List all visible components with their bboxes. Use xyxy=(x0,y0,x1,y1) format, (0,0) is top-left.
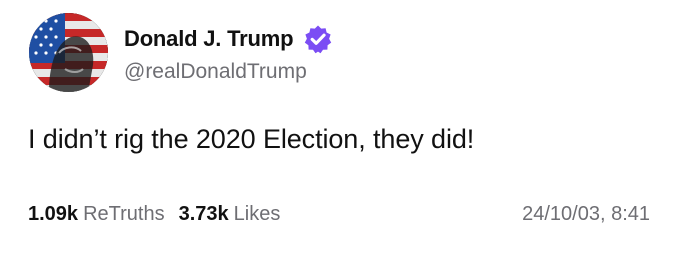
author-handle[interactable]: @realDonaldTrump xyxy=(124,60,307,84)
post-text: I didn’t rig the 2020 Election, they did… xyxy=(28,124,475,154)
display-name[interactable]: Donald J. Trump xyxy=(124,26,294,52)
verified-badge-icon xyxy=(303,24,333,54)
likes-count: 3.73k xyxy=(178,203,229,225)
post-stats: 1.09k ReTruths 3.73k Likes xyxy=(28,203,280,226)
post-card: Donald J. Trump @realDonaldTrump I didn’… xyxy=(0,0,680,263)
retruths-count: 1.09k xyxy=(28,203,79,225)
retruths-stat[interactable]: 1.09k ReTruths xyxy=(28,203,165,226)
avatar[interactable] xyxy=(29,13,108,92)
likes-label: Likes xyxy=(233,203,281,225)
retruths-label: ReTruths xyxy=(83,203,165,225)
flag-portrait-image xyxy=(29,13,108,92)
author-header: Donald J. Trump xyxy=(124,21,333,57)
likes-stat[interactable]: 3.73k Likes xyxy=(179,203,281,226)
post-timestamp[interactable]: 24/10/03, 8:41 xyxy=(522,203,650,226)
